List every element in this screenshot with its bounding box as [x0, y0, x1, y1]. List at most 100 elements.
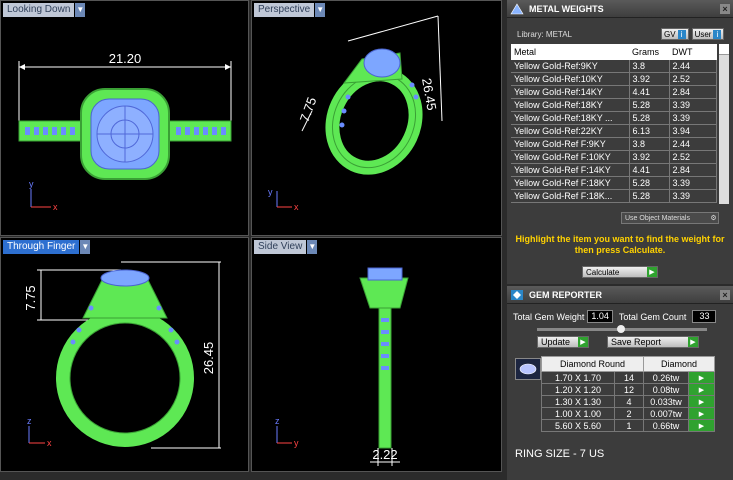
ring-top-view: 21.20 y x [18, 51, 232, 212]
gem-weight-cell: 0.007tw [643, 407, 689, 420]
metal-weights-panel: METAL WEIGHTS × Library: METAL GV i User i… [507, 0, 733, 284]
svg-text:y: y [294, 438, 299, 448]
gem-size-cell: 1.00 X 1.00 [541, 407, 615, 420]
dim-ring-height: 26.45 [201, 342, 216, 375]
dwt-cell: 3.39 [669, 98, 717, 112]
column-header-dwt[interactable]: DWT [669, 44, 717, 60]
dwt-cell: 2.44 [669, 137, 717, 151]
table-row[interactable]: Yellow Gold-Ref:18KY ... 5.28 3.39 [511, 111, 717, 125]
table-row[interactable]: Yellow Gold-Ref:9KY 3.8 2.44 [511, 60, 717, 73]
table-row[interactable]: Yellow Gold-Ref F:18K... 5.28 3.39 [511, 189, 717, 203]
gem-count-cell: 14 [614, 371, 644, 384]
grams-cell: 4.41 [629, 85, 670, 99]
user-button[interactable]: User i [691, 28, 725, 40]
report-slider[interactable] [537, 325, 707, 333]
viewport-through-finger[interactable]: Through Finger ▼ 7.75 26.45 z x [0, 237, 249, 472]
metal-weights-header: METAL WEIGHTS × [507, 0, 733, 18]
column-header-metal[interactable]: Metal [511, 44, 629, 60]
viewport-looking-down[interactable]: Looking Down ▼ 21.20 y x [0, 0, 249, 236]
viewport-label-looking-down[interactable]: Looking Down ▼ [3, 3, 86, 17]
total-gem-weight-value: 1.04 [587, 310, 613, 323]
row-select-arrow-icon[interactable]: ▶ [688, 419, 715, 432]
table-row[interactable]: Yellow Gold-Ref F:18KY 5.28 3.39 [511, 176, 717, 190]
grams-cell: 5.28 [629, 176, 670, 190]
metal-name-cell: Yellow Gold-Ref:9KY [511, 60, 630, 73]
svg-text:y: y [29, 179, 34, 189]
gv-button[interactable]: GV i [661, 28, 689, 40]
table-row[interactable]: Yellow Gold-Ref:22KY 6.13 3.94 [511, 124, 717, 138]
table-row: 1.20 X 1.20 12 0.08tw ▶ [541, 383, 715, 396]
dwt-cell: 3.39 [669, 189, 717, 203]
viewport-side-view[interactable]: Side View ▼ 2.22 z y [251, 237, 502, 472]
ring-perspective-view: 26.45 7.75 y x [268, 15, 443, 212]
grams-cell: 4.41 [629, 163, 670, 177]
metal-name-cell: Yellow Gold-Ref:14KY [511, 85, 630, 99]
grams-cell: 3.8 [629, 137, 670, 151]
gem-count-cell: 2 [614, 407, 644, 420]
table-row[interactable]: Yellow Gold-Ref F:10KY 3.92 2.52 [511, 150, 717, 164]
metal-table: Metal Grams DWT Yellow Gold-Ref:9KY 3.8 2.… [511, 44, 717, 203]
dim-band-width: 2.22 [372, 447, 397, 462]
metal-name-cell: Yellow Gold-Ref:18KY [511, 98, 630, 112]
row-select-arrow-icon[interactable]: ▶ [688, 383, 715, 396]
dwt-cell: 2.84 [669, 163, 717, 177]
table-row[interactable]: Yellow Gold-Ref:10KY 3.92 2.52 [511, 72, 717, 86]
gem-reporter-header: GEM REPORTER × [507, 286, 733, 304]
dwt-cell: 2.84 [669, 85, 717, 99]
table-row: 5.60 X 5.60 1 0.66tw ▶ [541, 419, 715, 432]
chevron-down-icon[interactable]: ▼ [75, 3, 86, 17]
gem-size-cell: 5.60 X 5.60 [541, 419, 615, 432]
slider-handle[interactable] [617, 325, 625, 333]
chevron-down-icon[interactable]: ▼ [307, 240, 318, 254]
ring-size-label: RING SIZE - 7 US [515, 448, 605, 460]
update-button[interactable]: Update ▶ [537, 336, 589, 348]
row-select-arrow-icon[interactable]: ▶ [688, 407, 715, 420]
total-gem-weight-label: Total Gem Weight [513, 311, 585, 322]
table-row[interactable]: Yellow Gold-Ref F:14KY 4.41 2.84 [511, 163, 717, 177]
calculate-button[interactable]: Calculate ▶ [582, 266, 658, 278]
gem-weight-cell: 0.66tw [643, 419, 689, 432]
dim-setting: 7.75 [297, 95, 320, 124]
dim-width: 21.20 [109, 51, 142, 66]
table-row[interactable]: Yellow Gold-Ref:18KY 5.28 3.39 [511, 98, 717, 112]
weight-icon [509, 2, 525, 16]
viewport-label-through-finger[interactable]: Through Finger ▼ [3, 240, 91, 254]
table-row: 1.00 X 1.00 2 0.007tw ▶ [541, 407, 715, 420]
metal-table-scrollbar[interactable] [719, 44, 729, 204]
grams-cell: 3.8 [629, 60, 670, 73]
use-object-materials-toggle[interactable]: Use Object Materials ⚙ [621, 212, 719, 224]
metal-name-cell: Yellow Gold-Ref F:9KY [511, 137, 630, 151]
table-row[interactable]: Yellow Gold-Ref F:9KY 3.8 2.44 [511, 137, 717, 151]
chevron-down-icon[interactable]: ▼ [315, 3, 326, 17]
gear-icon: ⚙ [710, 215, 717, 222]
viewport-label-perspective[interactable]: Perspective ▼ [254, 3, 326, 17]
row-select-arrow-icon[interactable]: ▶ [688, 395, 715, 408]
play-icon: ▶ [578, 337, 588, 347]
gem-table: Diamond Round Diamond 1.70 X 1.70 14 0.26t… [541, 356, 715, 432]
instruction-text: Highlight the item you want to find the … [515, 234, 725, 255]
table-row: 1.30 X 1.30 4 0.033tw ▶ [541, 395, 715, 408]
play-icon: ▶ [688, 337, 698, 347]
metal-name-cell: Yellow Gold-Ref:22KY [511, 124, 630, 138]
gem-icon [509, 288, 525, 302]
chevron-down-icon[interactable]: ▼ [80, 240, 91, 254]
column-header-grams[interactable]: Grams [629, 44, 669, 60]
column-header-diamond: Diamond [643, 356, 715, 372]
viewport-perspective[interactable]: Perspective ▼ 26.45 7.75 y x [251, 0, 502, 236]
row-select-arrow-icon[interactable]: ▶ [688, 371, 715, 384]
info-icon: i [713, 29, 722, 39]
gem-size-cell: 1.20 X 1.20 [541, 383, 615, 396]
dwt-cell: 3.94 [669, 124, 717, 138]
close-icon[interactable]: × [720, 3, 730, 14]
close-icon[interactable]: × [720, 289, 730, 300]
save-report-button[interactable]: Save Report ▶ [607, 336, 699, 348]
ring-side-view: 2.22 z y [275, 267, 409, 466]
table-row[interactable]: Yellow Gold-Ref:14KY 4.41 2.84 [511, 85, 717, 99]
ring-front-view: 7.75 26.45 z x [23, 261, 221, 449]
viewport-label-side-view[interactable]: Side View ▼ [254, 240, 318, 254]
metal-name-cell: Yellow Gold-Ref F:14KY [511, 163, 630, 177]
diamond-icon [515, 358, 541, 380]
grams-cell: 5.28 [629, 111, 670, 125]
table-row: 1.70 X 1.70 14 0.26tw ▶ [541, 371, 715, 384]
grams-cell: 6.13 [629, 124, 670, 138]
